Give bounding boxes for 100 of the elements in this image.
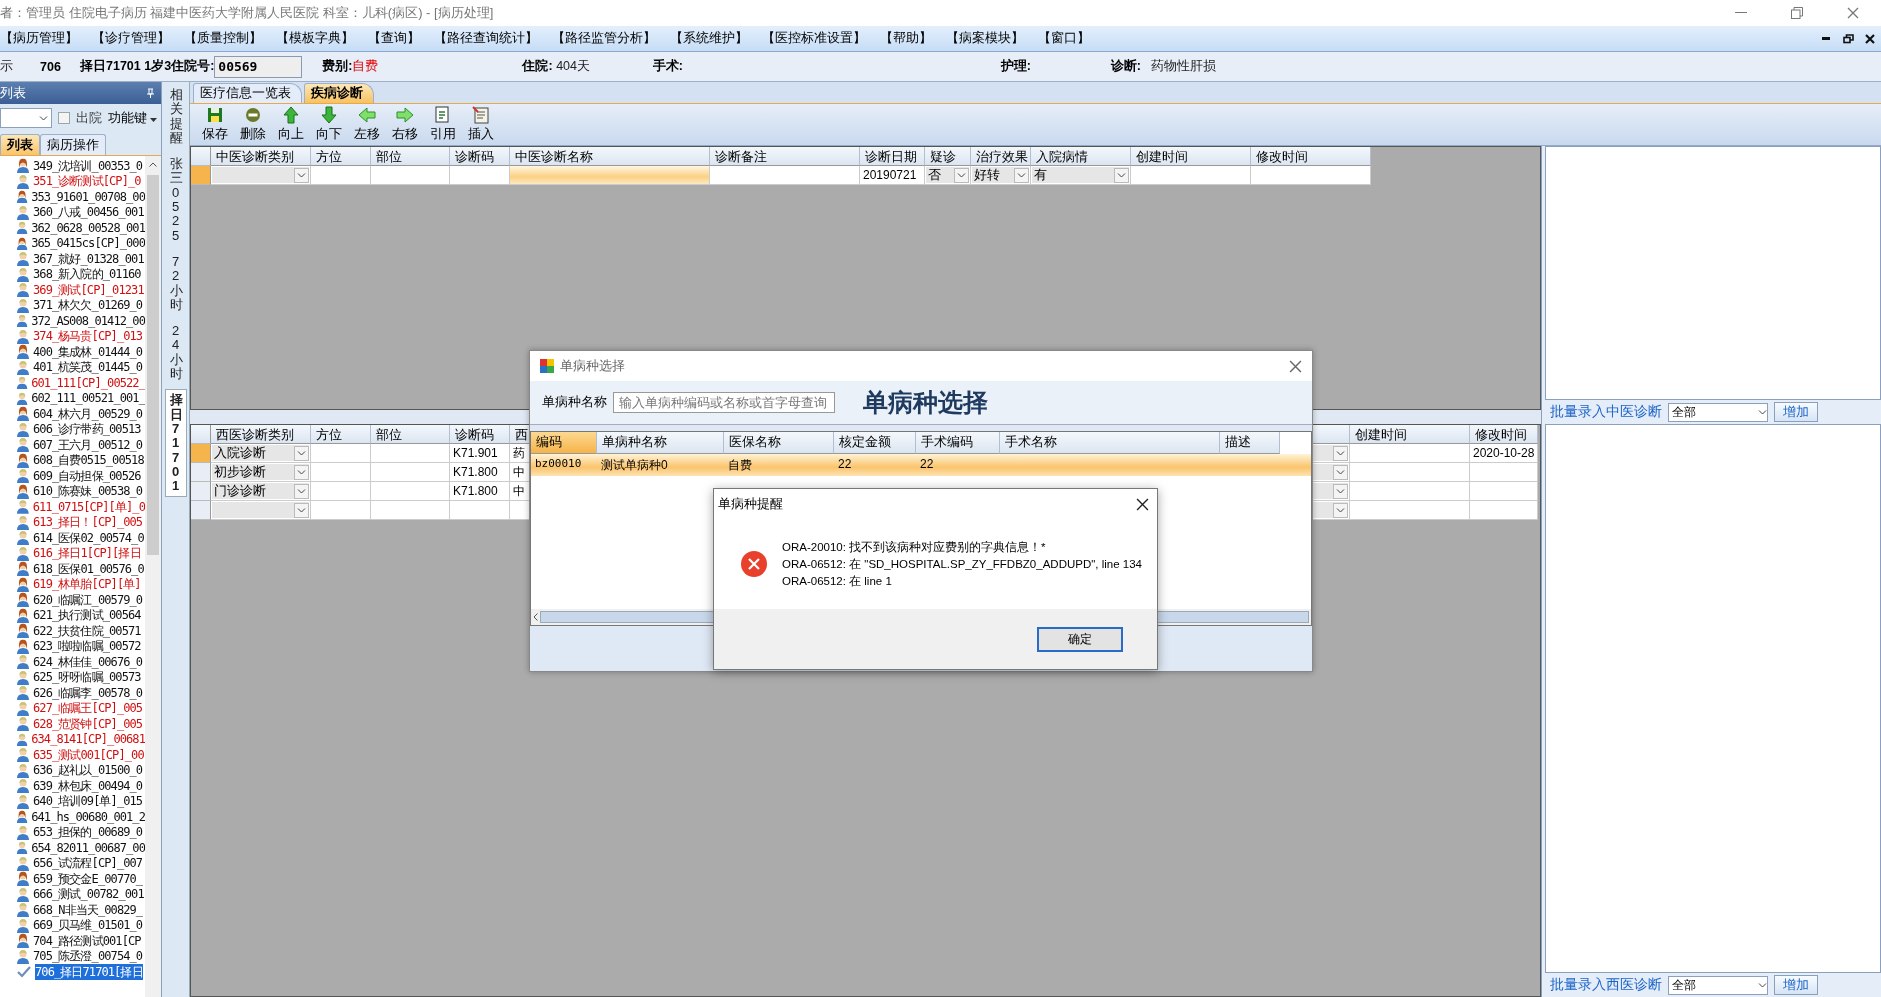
column-header[interactable]: 中医诊断类别 (211, 147, 311, 166)
patient-item[interactable]: 607_王六月_00512_0 (33, 436, 143, 453)
patient-item[interactable]: 654_82011_00687_00 (31, 839, 145, 856)
patient-item[interactable]: 602_111_00521_001_ (31, 390, 145, 407)
dropdown-field[interactable] (212, 502, 309, 518)
patient-item[interactable]: 616_择日1[CP][择日 (33, 545, 141, 562)
patient-item[interactable]: 606_诊疗带药_00513 (33, 421, 141, 438)
patient-item[interactable]: 609_自动担保_00526 (33, 467, 141, 484)
patient-item[interactable]: 621_执行测试_00564 (33, 607, 141, 624)
column-header[interactable]: 手术名称 (1000, 432, 1220, 454)
column-header[interactable]: 诊断码 (450, 147, 510, 166)
patient-item[interactable]: 349_沈培训_00353_0 (33, 157, 143, 174)
column-header[interactable]: 创建时间 (1350, 425, 1470, 444)
dropdown-field[interactable]: 有 (1032, 167, 1129, 183)
dropdown-field[interactable]: 门诊诊断 (212, 483, 309, 499)
column-header[interactable]: 手术编码 (916, 432, 1000, 454)
patient-item[interactable]: 623_啦啦临嘱_00572 (33, 638, 141, 655)
admission-number-field[interactable]: 00569 (214, 55, 303, 78)
toolbar-button[interactable]: 向下 (312, 105, 346, 144)
column-header[interactable]: 方位 (311, 147, 371, 166)
close-icon[interactable] (1136, 497, 1149, 511)
menu-item[interactable]: 【医控标准设置】 (762, 30, 880, 47)
patient-item[interactable]: 618_医保01_00576_0 (33, 560, 144, 577)
toolbar-button[interactable]: 删除 (236, 105, 270, 144)
tab[interactable]: 疾病诊断 (304, 83, 374, 103)
side-tab[interactable]: 24小时 (164, 320, 187, 386)
patient-item[interactable]: 604_林六月_00529_0 (33, 405, 143, 422)
side-tab[interactable]: 72小时 (164, 250, 187, 317)
patient-item[interactable]: 372_AS008_01412_00 (31, 312, 145, 329)
tab[interactable]: 列表 (0, 134, 40, 155)
patient-item[interactable]: 374_杨马贵[CP]_013 (33, 328, 143, 345)
patient-item[interactable]: 636_赵礼以_01500_0 (33, 762, 143, 779)
column-header[interactable]: 创建时间 (1131, 147, 1251, 166)
patient-item[interactable]: 669_贝马维_01501_0 (33, 917, 143, 934)
patient-item[interactable]: 371_林欠欠_01269_0 (33, 297, 143, 314)
column-header[interactable]: 西医诊断类别 (211, 425, 311, 444)
patient-item[interactable]: 705_陈丞澄_00754_0 (33, 948, 143, 965)
side-tab[interactable]: 张三0525 (164, 153, 187, 247)
patient-item[interactable]: 610_陈赛妹_00538_0 (33, 483, 143, 500)
dropdown-field[interactable]: 全部 (1668, 402, 1768, 422)
menu-item[interactable]: 【模板字典】 (276, 30, 368, 47)
dropdown-field[interactable]: 入院诊断 (212, 445, 309, 461)
menu-item[interactable]: 【路径监管分析】 (552, 30, 670, 47)
toolbar-button[interactable]: 引用 (426, 105, 460, 144)
patient-item[interactable]: 614_医保02_00574_0 (33, 529, 144, 546)
column-header[interactable]: 诊断备注 (710, 147, 860, 166)
column-header[interactable]: 中医诊断名称 (510, 147, 710, 166)
column-header[interactable]: 核定金额 (834, 432, 916, 454)
patient-item[interactable]: 619_林单胎[CP][单] (33, 576, 141, 593)
patient-item[interactable]: 611_0715[CP][单]_0 (32, 498, 145, 515)
column-header[interactable]: 编码 (531, 432, 597, 454)
patient-item[interactable]: 365_0415cs[CP]_000 (31, 235, 145, 252)
dropdown-field[interactable]: 全部 (1668, 975, 1768, 995)
column-header[interactable]: 医保名称 (724, 432, 834, 454)
row-selector[interactable] (191, 501, 211, 520)
patient-item[interactable]: 666_测试_00782_001 (33, 886, 144, 903)
patient-item[interactable]: 626_临嘱李_00578_0 (33, 684, 143, 701)
patient-item[interactable]: 620_临嘱江_00579_0 (33, 591, 143, 608)
patient-item[interactable]: 360_八戒_00456_001 (33, 204, 144, 221)
search-field[interactable]: 输入单病种编码或名称或首字母查询 (613, 392, 835, 413)
toolbar-button[interactable]: 左移 (350, 105, 384, 144)
patient-item[interactable]: 624_林佳佳_00676_0 (33, 653, 143, 670)
column-header[interactable]: 诊断日期 (860, 147, 925, 166)
dropdown-field[interactable] (0, 108, 52, 128)
pin-icon[interactable] (146, 88, 155, 98)
patient-item[interactable]: 639_林包床_00494_0 (33, 777, 143, 794)
patient-item[interactable]: 627_临嘱王[CP]_005 (33, 700, 143, 717)
patient-item[interactable]: 634_8141[CP]_00681 (31, 731, 145, 748)
menu-item[interactable]: 【病历管理】 (0, 30, 92, 47)
patient-item[interactable]: 362_0628_00528_001 (31, 219, 145, 236)
add-button[interactable]: 增加 (1774, 975, 1818, 995)
toolbar-button[interactable]: 保存 (198, 105, 232, 144)
patient-item[interactable]: 400_集成林_01444_0 (33, 343, 143, 360)
patient-item[interactable]: 628_范贤钟[CP]_005 (33, 715, 143, 732)
row-selector[interactable] (191, 444, 211, 463)
dropdown-field[interactable]: 初步诊断 (212, 464, 309, 480)
toolbar-button[interactable]: 插入 (464, 105, 498, 144)
column-header[interactable]: 治疗效果 (971, 147, 1031, 166)
tab[interactable]: 医疗信息一览表 (193, 83, 302, 103)
row-selector[interactable] (191, 482, 211, 501)
patient-item[interactable]: 368_新入院的_01160 (33, 266, 141, 283)
function-key-dropdown[interactable]: 功能键 (108, 109, 158, 127)
patient-item[interactable]: 656_试流程[CP]_007 (33, 855, 143, 872)
patient-item[interactable]: 369_测试[CP]_01231 (33, 281, 144, 298)
dropdown-field[interactable]: 好转 (972, 167, 1029, 183)
ok-button[interactable]: 确定 (1037, 626, 1123, 652)
patient-item[interactable]: 608_自费0515_00518 (33, 452, 144, 469)
patient-item[interactable]: 668_N非当天_00829_ (33, 901, 143, 918)
patient-item[interactable]: 367_就好_01328_001 (33, 250, 144, 267)
column-header[interactable]: 修改时间 (1251, 147, 1371, 166)
patient-item[interactable]: 659_预交金E_00770_ (33, 870, 143, 887)
table-row[interactable]: bz00010 测试单病种0 自费 22 22 (531, 454, 1311, 476)
row-selector[interactable] (191, 463, 211, 482)
patient-item[interactable]: 640_培训09[单]_015 (33, 793, 143, 810)
patient-item[interactable]: 601_111[CP]_00522_ (31, 374, 145, 391)
patient-item[interactable]: 704_路径测试001[CP (33, 932, 141, 949)
patient-item[interactable]: 641_hs_00680_001_2 (31, 808, 145, 825)
column-header[interactable]: 单病种名称 (597, 432, 724, 454)
patient-item[interactable]: 401_杭笑茂_01445_0 (33, 359, 143, 376)
column-header[interactable]: 疑诊 (925, 147, 971, 166)
